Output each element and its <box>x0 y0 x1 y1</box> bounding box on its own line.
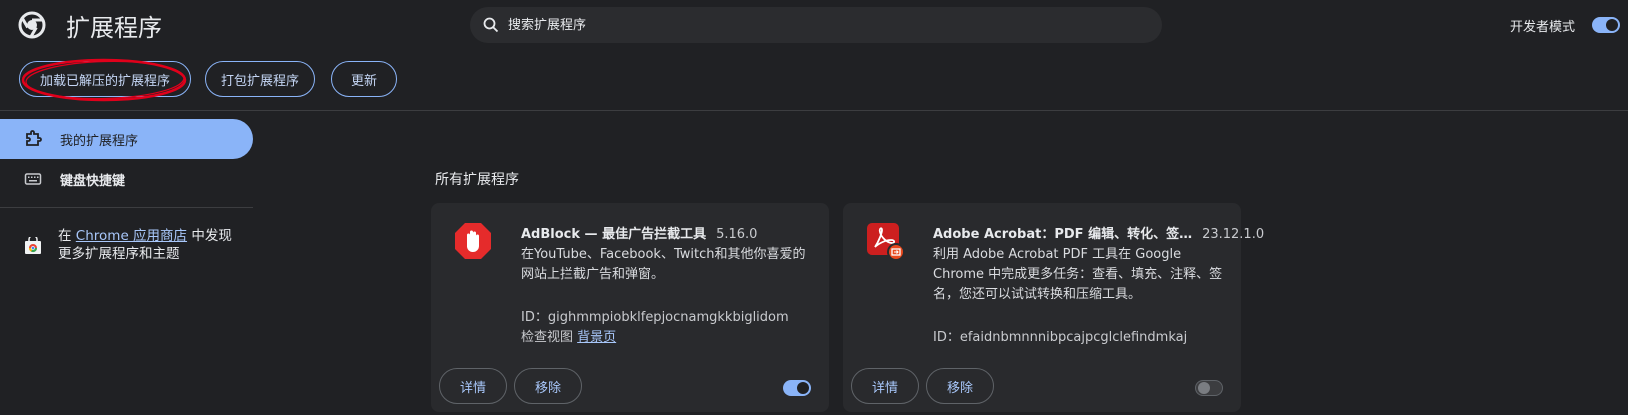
load-unpacked-button[interactable]: 加载已解压的扩展程序 <box>19 61 191 97</box>
section-title: 所有扩展程序 <box>435 172 519 188</box>
promo-text: 在 Chrome 应用商店 中发现更多扩展程序和主题 <box>58 227 244 263</box>
extension-enable-toggle[interactable] <box>783 380 811 396</box>
extension-enable-toggle[interactable] <box>1195 380 1223 396</box>
page-title: 扩展程序 <box>66 14 162 42</box>
web-store-link[interactable]: Chrome 应用商店 <box>76 228 187 244</box>
pack-extension-button[interactable]: 打包扩展程序 <box>205 61 315 97</box>
adblock-hand-icon <box>455 223 491 259</box>
remove-button[interactable]: 移除 <box>514 368 582 404</box>
chrome-logo-icon <box>18 11 46 39</box>
extension-description: 在YouTube、Facebook、Twitch和其他你喜爱的网站上拦截广告和弹… <box>521 247 806 282</box>
puzzle-icon <box>26 130 42 146</box>
toggle-knob <box>1198 382 1210 394</box>
web-store-icon <box>25 237 41 254</box>
acrobat-icon <box>867 223 905 261</box>
extension-version: 5.16.0 <box>716 227 758 242</box>
inspect-label: 检查视图 <box>521 330 574 345</box>
details-button[interactable]: 详情 <box>851 368 919 404</box>
keyboard-icon <box>24 173 42 185</box>
search-bar[interactable] <box>470 7 1162 43</box>
extension-name: Adobe Acrobat：PDF 编辑、转化、签… 23.12.1.0 <box>933 223 1264 242</box>
extension-title: Adobe Acrobat：PDF 编辑、转化、签… <box>933 227 1193 242</box>
toggle-knob <box>797 382 809 394</box>
extension-id: ID：efaidnbmnnnibpcajpcglclefindmkaj <box>933 330 1188 345</box>
extension-title: AdBlock — 最佳广告拦截工具 <box>521 227 707 242</box>
sidebar-divider <box>0 207 253 208</box>
extension-description: 利用 Adobe Acrobat PDF 工具在 Google Chrome 中… <box>933 247 1223 302</box>
sidebar-item-my-extensions[interactable]: 我的扩展程序 <box>0 119 253 159</box>
extension-card-adblock: AdBlock — 最佳广告拦截工具 5.16.0 在YouTube、Facebo… <box>431 203 829 412</box>
toggle-knob <box>1606 19 1618 31</box>
extension-id: ID：gighmmpiobklfepjocnamgkkbiglidom <box>521 310 789 325</box>
details-button[interactable]: 详情 <box>439 368 507 404</box>
sidebar-item-label: 我的扩展程序 <box>60 133 139 149</box>
search-icon <box>483 17 499 33</box>
header-divider <box>0 110 1628 111</box>
promo-prefix: 在 <box>58 228 76 244</box>
sidebar-item-label: 键盘快捷键 <box>60 173 126 189</box>
background-page-link[interactable]: 背景页 <box>577 330 616 345</box>
remove-button[interactable]: 移除 <box>926 368 994 404</box>
developer-mode-label: 开发者模式 <box>1510 20 1576 35</box>
update-button[interactable]: 更新 <box>331 61 397 97</box>
developer-mode-toggle[interactable] <box>1592 17 1620 33</box>
inspect-views: 检查视图 背景页 <box>521 326 616 345</box>
sidebar-item-keyboard-shortcuts[interactable]: 键盘快捷键 <box>0 159 253 199</box>
extension-card-adobe-acrobat: Adobe Acrobat：PDF 编辑、转化、签… 23.12.1.0 利用 A… <box>843 203 1264 412</box>
extension-name: AdBlock — 最佳广告拦截工具 5.16.0 <box>521 223 757 242</box>
search-input[interactable] <box>506 16 1110 34</box>
web-store-promo: 在 Chrome 应用商店 中发现更多扩展程序和主题 <box>24 227 244 263</box>
extension-version: 23.12.1.0 <box>1202 227 1265 242</box>
